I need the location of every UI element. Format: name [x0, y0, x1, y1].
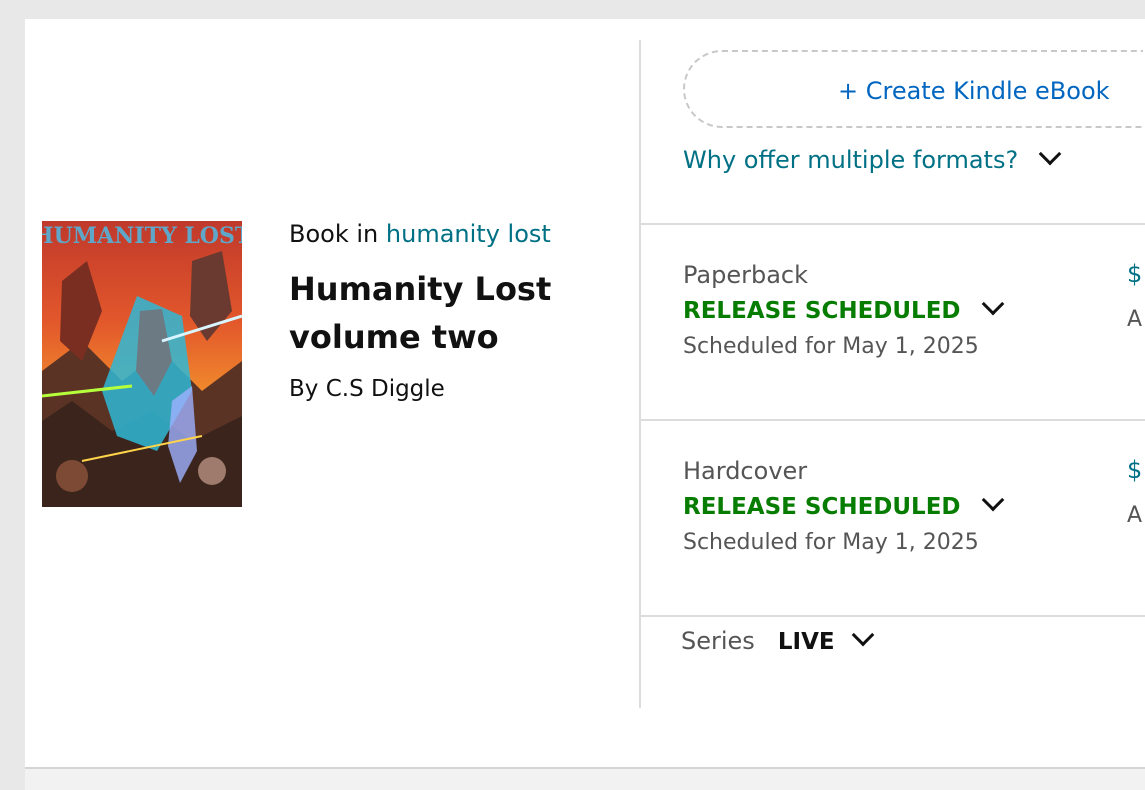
format-status-dropdown[interactable]: RELEASE SCHEDULED	[683, 488, 1123, 526]
book-series-line: Book in humanity lost	[289, 217, 609, 251]
section-divider	[641, 615, 1145, 617]
format-price-partial[interactable]: $	[1127, 260, 1142, 288]
format-price-partial[interactable]: $	[1127, 456, 1142, 484]
why-multiple-formats-toggle[interactable]: Why offer multiple formats?	[683, 142, 1062, 174]
book-cover-image[interactable]: HUMANITY LOST	[42, 221, 242, 507]
section-divider	[641, 419, 1145, 421]
chevron-down-icon	[851, 623, 874, 647]
format-status-label: RELEASE SCHEDULED	[683, 298, 961, 324]
vertical-divider	[639, 40, 641, 708]
book-type-prefix: Book in	[289, 220, 379, 248]
book-author: By C.S Diggle	[289, 376, 445, 402]
book-title: Humanity Lost volume two	[289, 270, 552, 356]
format-status-label: RELEASE SCHEDULED	[683, 494, 961, 520]
format-availability-partial: A	[1127, 503, 1143, 528]
chevron-down-icon	[981, 488, 1004, 512]
next-card-edge	[25, 769, 1145, 790]
series-status-label: LIVE	[777, 629, 835, 655]
format-paperback: Paperback RELEASE SCHEDULED Scheduled fo…	[683, 258, 1123, 364]
format-scheduled-date: Scheduled for May 1, 2025	[683, 530, 979, 555]
series-status-dropdown[interactable]: LIVE	[777, 623, 874, 655]
create-kindle-ebook-link[interactable]: + Create Kindle eBook	[838, 77, 1110, 105]
book-info: Book in humanity lost Humanity Lost volu…	[289, 217, 609, 405]
format-hardcover: Hardcover RELEASE SCHEDULED Scheduled fo…	[683, 454, 1123, 560]
chevron-down-icon	[981, 292, 1004, 316]
section-divider	[641, 223, 1145, 225]
chevron-down-icon	[1038, 142, 1062, 166]
series-link[interactable]: humanity lost	[386, 220, 551, 248]
format-status-dropdown[interactable]: RELEASE SCHEDULED	[683, 292, 1123, 330]
format-name: Hardcover	[683, 457, 808, 485]
format-name: Paperback	[683, 261, 809, 289]
format-availability-partial: A	[1127, 307, 1143, 332]
why-multiple-formats-label: Why offer multiple formats?	[683, 146, 1019, 174]
cover-title-art: HUMANITY LOST	[42, 223, 242, 249]
format-scheduled-date: Scheduled for May 1, 2025	[683, 334, 979, 359]
series-label: Series	[681, 627, 755, 655]
series-status-row: Series LIVE	[681, 623, 874, 655]
